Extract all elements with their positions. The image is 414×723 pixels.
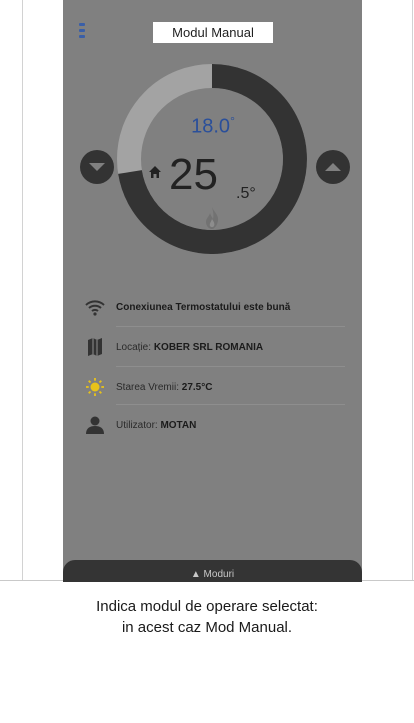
chevron-up-icon <box>325 163 341 171</box>
connection-row: Conexiunea Termostatului este bună <box>83 290 345 326</box>
user-row: Utilizator: MOTAN <box>83 408 345 444</box>
sun-icon <box>86 378 104 396</box>
setpoint-temperature: 18.0° <box>163 114 263 139</box>
mode-title: Modul Manual <box>153 22 273 43</box>
wifi-icon <box>85 300 105 316</box>
weather-value: 27.5°C <box>181 382 213 393</box>
modes-button[interactable]: ▲ Moduri <box>63 560 362 582</box>
flame-icon <box>206 207 219 229</box>
caption: Indica modul de operare selectat: in ace… <box>0 596 414 638</box>
setpoint-value: 18.0 <box>191 115 231 138</box>
caption-line-2: in acest caz Mod Manual. <box>121 619 293 636</box>
divider <box>116 326 345 327</box>
app-screen: Modul Manual 18.0° 25 .5° Conexiunea Ter… <box>63 0 362 582</box>
decrease-temperature-button[interactable] <box>80 150 114 184</box>
location-value: KOBER SRL ROMANIA <box>153 342 264 353</box>
home-icon <box>149 166 161 178</box>
weather-row: Starea Vremii: 27.5°C <box>83 370 345 406</box>
frame-line-left <box>22 0 23 580</box>
chevron-down-icon <box>89 163 105 171</box>
weather-label: Starea Vremii: <box>116 382 182 393</box>
location-row: Locație: KOBER SRL ROMANIA <box>83 330 345 366</box>
map-icon <box>88 338 102 356</box>
current-value: 25 <box>169 150 218 199</box>
user-label: Utilizator: <box>116 420 161 431</box>
divider <box>116 404 345 405</box>
location-label: Locație: <box>116 342 154 353</box>
current-temperature: 25 .5° <box>149 150 289 202</box>
user-value: MOTAN <box>160 420 197 431</box>
user-icon <box>86 416 104 434</box>
current-decimal: .5° <box>236 185 256 202</box>
caption-line-1: Indica modul de operare selectat: <box>96 598 318 615</box>
frame-line-right <box>412 0 413 580</box>
divider <box>116 366 345 367</box>
connection-status: Conexiunea Termostatului este bună <box>116 302 291 313</box>
setpoint-degree: ° <box>230 114 235 128</box>
increase-temperature-button[interactable] <box>316 150 350 184</box>
menu-icon[interactable] <box>79 23 85 38</box>
